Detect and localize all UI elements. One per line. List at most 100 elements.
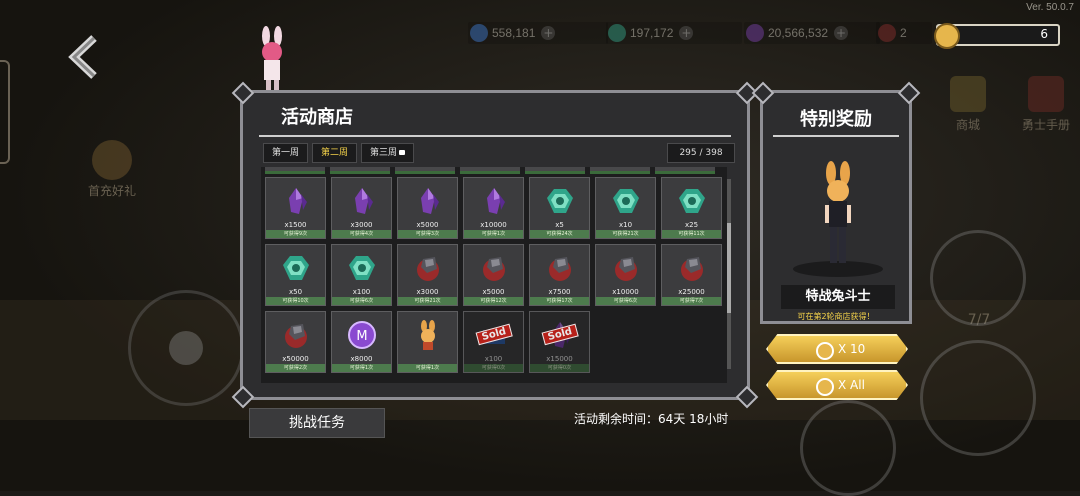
shop-item[interactable]: x50 可获得10次 xyxy=(265,244,326,306)
purple-crystal-icon xyxy=(413,186,443,216)
purchase-limit: 可获得21次 xyxy=(398,297,457,305)
green-gem-icon xyxy=(347,253,377,283)
add-currency-icon[interactable]: + xyxy=(679,26,694,40)
week-tabs: 第一周 第二周 第三周 xyxy=(263,143,415,163)
purchase-limit: 可获得1次 xyxy=(464,230,523,238)
currency-bar: 558,181 + 197,172 + 20,566,532 + 2 xyxy=(468,22,1010,44)
shop-item[interactable]: x100 可获得6次 xyxy=(331,244,392,306)
purchase-limit: 可获得7次 xyxy=(662,297,721,305)
item-grid-container[interactable]: x1500 可获得9次 x3000 可获得4次 x5000 可获得3次 x10000 可获得1… xyxy=(261,167,727,383)
attack-button[interactable] xyxy=(800,400,896,496)
shop-item[interactable]: x10000 可获得6次 xyxy=(595,244,656,306)
green-gem-icon xyxy=(677,186,707,216)
shop-item[interactable]: x10000 可获得1次 xyxy=(463,177,524,239)
shop-item[interactable]: x7500 可获得17次 xyxy=(529,244,590,306)
reward-title: 特别奖励 xyxy=(800,109,872,130)
purchase-limit: 可获得24次 xyxy=(530,230,589,238)
currency-purple-crystal: 20,566,532 + xyxy=(744,22,880,44)
item-quantity: x3000 xyxy=(350,221,373,229)
cart-icon xyxy=(950,76,986,112)
dark-ore-icon xyxy=(545,253,575,283)
gold-coin-icon xyxy=(816,342,834,360)
purchase-limit: 可获得1次 xyxy=(398,364,457,372)
grid-scrollbar[interactable] xyxy=(727,179,731,369)
item-quantity: x25000 xyxy=(678,288,705,296)
special-reward-panel: 特别奖励 特战兔斗士 可在第2轮商店获得！ xyxy=(751,81,921,324)
shop-shortcut[interactable]: 商城 xyxy=(946,76,990,133)
bunny-fighter-character xyxy=(825,161,851,263)
shop-item[interactable]: x25 可获得11次 xyxy=(661,177,722,239)
virtual-joystick[interactable] xyxy=(128,290,244,406)
event-shop-panel: 活动商店 第一周 第二周 第三周 295 / 398 x1500 可获得9次 x30… xyxy=(231,81,759,409)
shop-item[interactable]: x3000 可获得21次 xyxy=(397,244,458,306)
shop-item[interactable]: x5000 可获得12次 xyxy=(463,244,524,306)
shop-item[interactable]: x1500 可获得9次 xyxy=(265,177,326,239)
purchase-limit: 可获得10次 xyxy=(266,297,325,305)
tab-week-1[interactable]: 第一周 xyxy=(263,143,309,163)
currency-blue-gem: 558,181 + xyxy=(468,22,608,44)
green-gem-icon xyxy=(545,186,575,216)
purchase-progress: 295 / 398 xyxy=(667,143,735,163)
item-quantity: x10000 xyxy=(612,288,639,296)
purple-crystal-icon xyxy=(746,24,764,42)
previous-row-partial xyxy=(265,167,715,174)
reward-character-name: 特战兔斗士 xyxy=(781,285,895,309)
purchase-limit: 可获得4次 xyxy=(332,230,391,238)
shop-item[interactable]: x10 可获得21次 xyxy=(595,177,656,239)
svg-text:M: M xyxy=(356,329,367,344)
shop-item[interactable]: Mx8000 可获得1次 xyxy=(331,311,392,373)
purchase-limit: 可获得2次 xyxy=(266,364,325,372)
shop-item[interactable]: Sold x100 可获得0次 xyxy=(463,311,524,373)
shop-item[interactable]: x5000 可获得3次 xyxy=(397,177,458,239)
item-quantity: x100 xyxy=(484,355,503,363)
tab-week-3[interactable]: 第三周 xyxy=(361,143,415,163)
draw-all-button[interactable]: X All xyxy=(766,370,908,400)
book-icon xyxy=(1028,76,1064,112)
shop-item[interactable]: x5 可获得24次 xyxy=(529,177,590,239)
purchase-limit: 可获得9次 xyxy=(266,230,325,238)
bunny-girl-avatar xyxy=(262,26,282,92)
purchase-limit: 可获得3次 xyxy=(398,230,457,238)
shop-item[interactable]: x25000 可获得7次 xyxy=(661,244,722,306)
coin-count: 6 xyxy=(1040,27,1048,41)
first-recharge-gift[interactable]: 首充好礼 xyxy=(82,140,142,199)
chat-button[interactable] xyxy=(920,340,1036,456)
m-coin-icon: M xyxy=(347,320,377,350)
button-label: X 10 xyxy=(838,342,866,356)
item-quantity: x50000 xyxy=(282,355,309,363)
item-quantity: x7500 xyxy=(548,288,571,296)
side-panel-handle[interactable] xyxy=(0,60,10,164)
add-currency-icon[interactable]: + xyxy=(834,26,849,40)
shop-label: 商城 xyxy=(955,118,980,132)
currency-dark-ore: 2 xyxy=(876,22,932,44)
shop-item[interactable]: x50000 可获得2次 xyxy=(265,311,326,373)
joystick-knob[interactable] xyxy=(169,331,203,365)
dark-ore-icon xyxy=(677,253,707,283)
dark-ore-icon xyxy=(413,253,443,283)
purchase-limit: 可获得21次 xyxy=(596,230,655,238)
gift-label: 首充好礼 xyxy=(87,184,136,198)
challenge-tasks-button[interactable]: 挑战任务 xyxy=(249,408,385,438)
green-gem-icon xyxy=(611,186,641,216)
green-gem-icon xyxy=(281,253,311,283)
tab-label: 第三周 xyxy=(370,148,398,158)
purchase-limit: 可获得6次 xyxy=(332,297,391,305)
skill-button[interactable] xyxy=(930,230,1026,326)
shop-item[interactable]: Sold x15000 可获得0次 xyxy=(529,311,590,373)
back-arrow-icon[interactable] xyxy=(64,34,104,80)
purchase-limit: 可获得12次 xyxy=(464,297,523,305)
shop-item[interactable]: x3000 可获得4次 xyxy=(331,177,392,239)
item-grid: x1500 可获得9次 x3000 可获得4次 x5000 可获得3次 x10000 可获得1… xyxy=(265,177,722,373)
tab-week-2[interactable]: 第二周 xyxy=(312,143,358,163)
version-label: Ver. 50.0.7 xyxy=(1026,2,1074,13)
draw-x10-button[interactable]: X 10 xyxy=(766,334,908,364)
sold-stamp: Sold xyxy=(475,323,512,346)
shop-item[interactable]: 可获得1次 xyxy=(397,311,458,373)
item-quantity: x8000 xyxy=(350,355,373,363)
purple-crystal-icon xyxy=(347,186,377,216)
scrollbar-thumb[interactable] xyxy=(727,223,731,313)
handbook-shortcut[interactable]: 勇士手册 xyxy=(1018,76,1074,133)
item-quantity: x25 xyxy=(684,221,699,229)
add-currency-icon[interactable]: + xyxy=(541,26,556,40)
purchase-limit: 可获得11次 xyxy=(662,230,721,238)
